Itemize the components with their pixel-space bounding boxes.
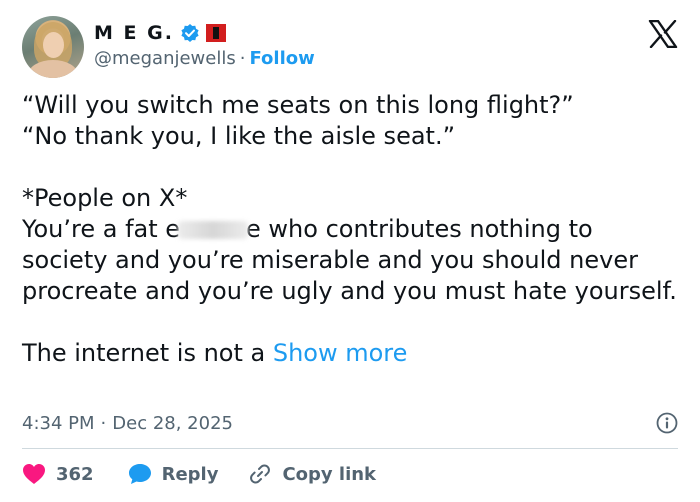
tweet-meta-row: 4:34 PM · Dec 28, 2025 xyxy=(22,410,678,436)
copy-link-label: Copy link xyxy=(282,463,377,485)
author-name-row: M E G. xyxy=(94,20,226,46)
insult-prefix: You’re a fat e xyxy=(22,215,181,243)
tweet-actions: 362 Reply Copy link xyxy=(22,460,376,488)
avatar-face xyxy=(43,32,64,58)
handle-separator: · xyxy=(239,48,246,69)
x-logo-icon[interactable] xyxy=(648,20,678,48)
author-handle-row: @meganjewells · Follow xyxy=(94,48,315,69)
tweet-time[interactable]: 4:34 PM xyxy=(22,413,95,434)
closing-text: The internet is not a xyxy=(22,339,273,367)
meta-separator: · xyxy=(100,412,107,434)
censored-word xyxy=(178,221,249,239)
author-handle[interactable]: @meganjewells xyxy=(94,48,236,69)
link-icon xyxy=(250,464,271,484)
copy-link-button[interactable]: Copy link xyxy=(248,463,376,485)
reply-button[interactable]: Reply xyxy=(128,463,219,485)
like-button[interactable]: 362 xyxy=(22,463,94,485)
tweet-closing-paragraph: The internet is not a Show more xyxy=(22,338,682,369)
like-count: 362 xyxy=(56,463,94,485)
reply-bubble-icon xyxy=(128,464,151,484)
heart-icon xyxy=(23,464,45,484)
reply-label: Reply xyxy=(161,463,219,485)
avatar-shoulders xyxy=(28,60,78,78)
avatar[interactable] xyxy=(22,16,84,78)
tweet-insult-paragraph: You’re a fat ee who contributes nothing … xyxy=(22,214,682,307)
divider xyxy=(22,448,678,449)
verified-badge-icon xyxy=(180,23,200,43)
author-display-name[interactable]: M E G. xyxy=(94,22,174,44)
tweet-line: “No thank you, I like the aisle seat.” xyxy=(22,122,456,150)
show-more-link[interactable]: Show more xyxy=(273,339,408,367)
flag-emoji-icon xyxy=(205,24,226,42)
tweet-date[interactable]: Dec 28, 2025 xyxy=(112,413,233,434)
tweet-text: “Will you switch me seats on this long f… xyxy=(22,90,682,369)
follow-button[interactable]: Follow xyxy=(249,48,314,69)
info-icon[interactable] xyxy=(656,412,678,434)
tweet-line: “Will you switch me seats on this long f… xyxy=(22,91,574,119)
tweet-line: *People on X* xyxy=(22,184,188,212)
